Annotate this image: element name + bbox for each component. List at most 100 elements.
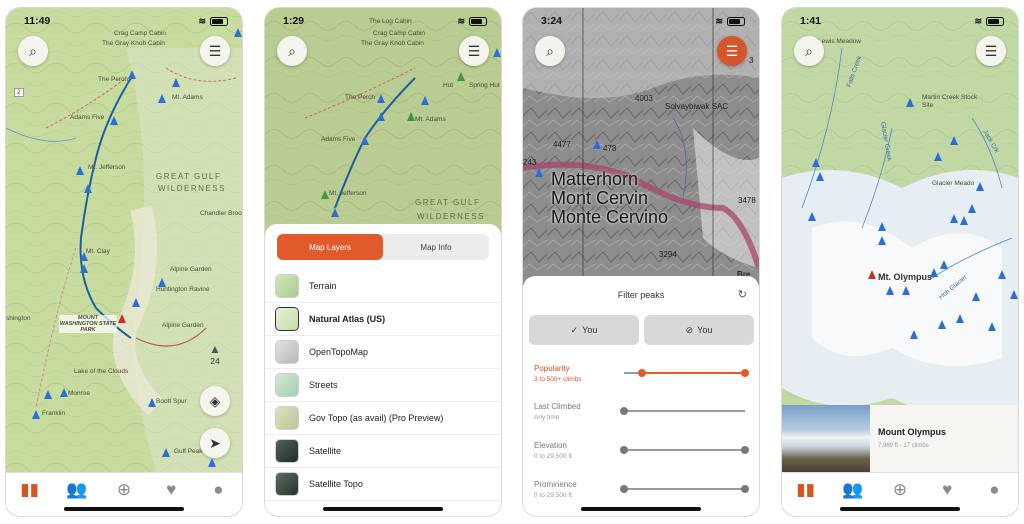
peak-marker-selected[interactable] bbox=[118, 314, 126, 323]
search-button[interactable]: ⌕ bbox=[794, 36, 824, 66]
peak-marker[interactable] bbox=[321, 190, 329, 199]
slider-knob-min[interactable] bbox=[620, 407, 628, 415]
peak-marker[interactable] bbox=[162, 448, 170, 457]
peak-marker-selected[interactable] bbox=[868, 270, 876, 279]
peak-marker[interactable] bbox=[457, 72, 465, 81]
peak-marker[interactable] bbox=[208, 458, 216, 467]
heart-icon[interactable]: ♥ bbox=[158, 481, 184, 499]
peak-marker[interactable] bbox=[878, 222, 886, 231]
peak-marker[interactable] bbox=[148, 398, 156, 407]
peak-marker[interactable] bbox=[44, 390, 52, 399]
last-climbed-slider[interactable] bbox=[620, 407, 745, 415]
peak-marker[interactable] bbox=[361, 136, 369, 145]
peak-marker[interactable] bbox=[377, 94, 385, 103]
layers-button[interactable]: ◈ bbox=[200, 386, 230, 416]
peak-marker[interactable] bbox=[950, 136, 958, 145]
tab-map-info[interactable]: Map Info bbox=[383, 234, 489, 260]
prominence-slider[interactable] bbox=[620, 485, 749, 493]
layer-option-opentopomap[interactable]: OpenTopoMap bbox=[265, 336, 501, 369]
slider-knob-max[interactable] bbox=[741, 369, 749, 377]
peak-marker[interactable] bbox=[910, 330, 918, 339]
people-icon[interactable]: 👥 bbox=[64, 481, 90, 499]
search-button[interactable]: ⌕ bbox=[535, 36, 565, 66]
layer-option-gov-topo[interactable]: Gov Topo (as avail) (Pro Preview) bbox=[265, 402, 501, 435]
peak-marker[interactable] bbox=[972, 292, 980, 301]
peak-marker[interactable] bbox=[950, 214, 958, 223]
peak-marker[interactable] bbox=[940, 260, 948, 269]
filter-climbed-by-you[interactable]: ✓ You bbox=[529, 315, 639, 345]
peak-marker[interactable] bbox=[878, 236, 886, 245]
peak-marker[interactable] bbox=[906, 98, 914, 107]
peak-marker[interactable] bbox=[110, 116, 118, 125]
peak-marker[interactable] bbox=[172, 78, 180, 87]
peak-marker[interactable] bbox=[76, 166, 84, 175]
peak-marker[interactable] bbox=[80, 252, 88, 261]
layer-option-terrain[interactable]: Terrain bbox=[265, 270, 501, 303]
layer-option-satellite[interactable]: Satellite bbox=[265, 435, 501, 468]
map-view[interactable]: Lewis Meadow Martin Creek Stock Site Gla… bbox=[782, 8, 1018, 472]
peak-card[interactable]: Mount Olympus 7,969 ft - 17 climbs bbox=[782, 405, 1018, 472]
peak-marker[interactable] bbox=[80, 264, 88, 273]
peak-marker[interactable] bbox=[902, 286, 910, 295]
peak-marker[interactable] bbox=[331, 208, 339, 217]
peak-marker[interactable] bbox=[976, 182, 984, 191]
peak-marker[interactable] bbox=[1010, 290, 1018, 299]
peak-marker[interactable] bbox=[956, 314, 964, 323]
plus-icon[interactable]: ⊕ bbox=[111, 481, 137, 499]
peak-marker[interactable] bbox=[938, 320, 946, 329]
peak-marker[interactable] bbox=[988, 322, 996, 331]
peak-marker[interactable] bbox=[84, 184, 92, 193]
layer-option-streets[interactable]: Streets bbox=[265, 369, 501, 402]
peak-marker[interactable] bbox=[812, 158, 820, 167]
wifi-icon: ≋ bbox=[198, 15, 206, 26]
peak-marker[interactable] bbox=[377, 112, 385, 121]
slider-knob-max[interactable] bbox=[741, 446, 749, 454]
plus-icon[interactable]: ⊕ bbox=[887, 481, 913, 499]
slider-knob-min[interactable] bbox=[620, 446, 628, 454]
filter-not-climbed-by-you[interactable]: ⊘ You bbox=[644, 315, 754, 345]
filter-button-active[interactable]: ☰ bbox=[717, 36, 747, 66]
peak-marker[interactable] bbox=[960, 216, 968, 225]
people-icon[interactable]: 👥 bbox=[840, 481, 866, 499]
navigate-button[interactable]: ➤ bbox=[200, 428, 230, 458]
peak-marker[interactable] bbox=[930, 268, 938, 277]
filter-button[interactable]: ☰ bbox=[459, 36, 489, 66]
popularity-slider[interactable] bbox=[624, 369, 749, 377]
peak-marker[interactable] bbox=[128, 70, 136, 79]
layer-option-satellite-topo[interactable]: Satellite Topo bbox=[265, 468, 501, 501]
map-icon[interactable]: ▮▮ bbox=[17, 481, 43, 499]
search-button[interactable]: ⌕ bbox=[277, 36, 307, 66]
peak-marker[interactable] bbox=[808, 212, 816, 221]
map-icon[interactable]: ▮▮ bbox=[793, 481, 819, 499]
elevation-slider[interactable] bbox=[620, 446, 749, 454]
peak-marker[interactable] bbox=[998, 270, 1006, 279]
profile-icon[interactable]: ● bbox=[205, 481, 231, 499]
peak-marker[interactable] bbox=[407, 112, 415, 121]
peak-marker[interactable] bbox=[934, 152, 942, 161]
peak-marker[interactable] bbox=[968, 204, 976, 213]
profile-icon[interactable]: ● bbox=[981, 481, 1007, 499]
peak-marker[interactable] bbox=[886, 286, 894, 295]
heart-icon[interactable]: ♥ bbox=[934, 481, 960, 499]
tab-map-layers[interactable]: Map Layers bbox=[277, 234, 383, 260]
search-icon: ⌕ bbox=[805, 42, 813, 59]
peak-marker[interactable] bbox=[132, 298, 140, 307]
refresh-icon[interactable]: ↻ bbox=[738, 288, 747, 301]
peak-marker[interactable] bbox=[535, 168, 543, 177]
slider-knob-max[interactable] bbox=[741, 485, 749, 493]
status-time: 11:49 bbox=[24, 15, 51, 27]
search-button[interactable]: ⌕ bbox=[18, 36, 48, 66]
peak-marker[interactable] bbox=[158, 278, 166, 287]
peak-marker[interactable] bbox=[32, 410, 40, 419]
peak-marker[interactable] bbox=[493, 48, 501, 57]
filter-button[interactable]: ☰ bbox=[200, 36, 230, 66]
peak-marker[interactable] bbox=[421, 96, 429, 105]
layer-option-natural-atlas[interactable]: Natural Atlas (US) bbox=[265, 303, 501, 336]
peaks-count[interactable]: ▲ 24 bbox=[202, 342, 228, 366]
peak-marker[interactable] bbox=[816, 172, 824, 181]
slider-knob-min[interactable] bbox=[620, 485, 628, 493]
peak-marker[interactable] bbox=[593, 140, 601, 149]
filter-button[interactable]: ☰ bbox=[976, 36, 1006, 66]
peak-marker[interactable] bbox=[60, 388, 68, 397]
peak-marker[interactable] bbox=[158, 94, 166, 103]
